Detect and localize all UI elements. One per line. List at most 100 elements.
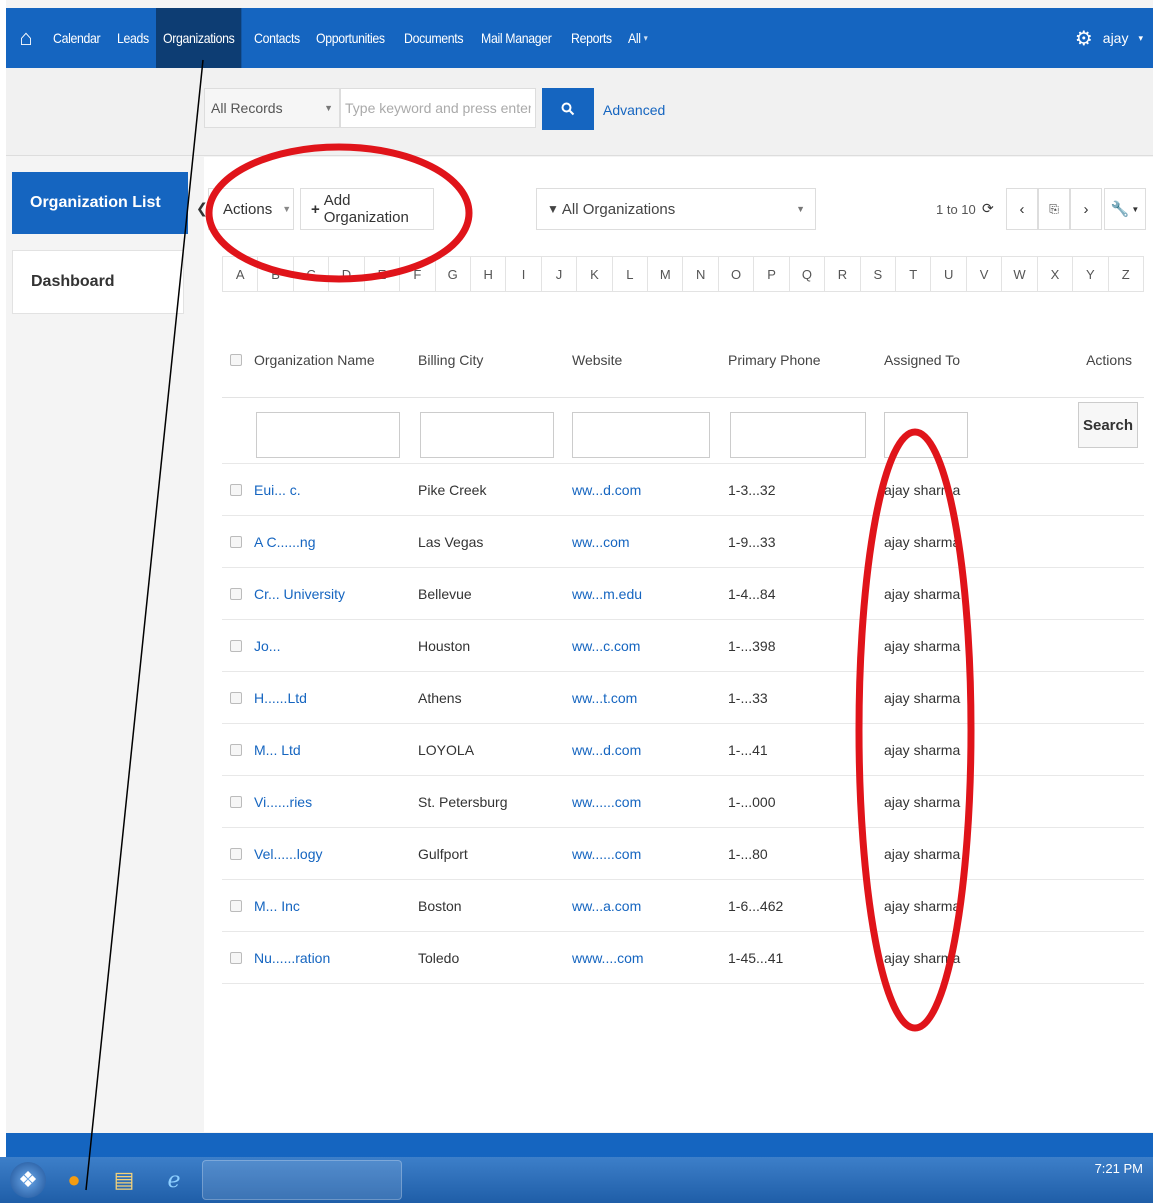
alpha-filter-k[interactable]: K [577,257,613,291]
table-row[interactable]: H......Ltd Athens ww...t.com 1-...33 ajay sh… [222,672,1144,724]
row-checkbox[interactable] [230,464,242,516]
collapse-sidebar-icon[interactable]: ❮ [196,200,208,217]
alpha-filter-y[interactable]: Y [1073,257,1109,291]
row-checkbox[interactable] [230,620,242,672]
header-website[interactable]: Website [572,322,622,398]
alpha-filter-h[interactable]: H [471,257,507,291]
nav-documents[interactable]: Documents [397,8,470,68]
gear-icon[interactable]: ⚙ [1075,26,1093,51]
nav-organizations[interactable]: Organizations [155,8,242,68]
user-menu[interactable]: ajay [1103,30,1129,46]
advanced-search-link[interactable]: Advanced [603,102,665,118]
alpha-filter-g[interactable]: G [436,257,471,291]
alpha-filter-a[interactable]: A [223,257,259,291]
list-filter-select[interactable]: ▼ All Organizations ▼ [536,188,816,230]
website-link[interactable]: ww...a.com [572,880,641,932]
alpha-filter-d[interactable]: D [329,257,365,291]
sidebar-item-dashboard[interactable]: Dashboard [12,250,184,314]
alpha-filter-e[interactable]: E [365,257,401,291]
nav-contacts[interactable]: Contacts [247,8,307,68]
filter-organization-name[interactable] [256,412,400,458]
website-link[interactable]: ww......com [572,776,641,828]
alpha-filter-c[interactable]: C [294,257,330,291]
alpha-filter-r[interactable]: R [825,257,861,291]
alpha-filter-f[interactable]: F [400,257,436,291]
row-checkbox[interactable] [230,724,242,776]
nav-calendar[interactable]: Calendar [46,8,107,68]
table-row[interactable]: A C......ng Las Vegas ww...com 1-9...33 ajay… [222,516,1144,568]
record-scope-select[interactable]: All Records ▼ [204,88,340,128]
folder-icon[interactable]: ▤ [102,1160,146,1200]
nav-reports[interactable]: Reports [564,8,619,68]
nav-leads[interactable]: Leads [110,8,156,68]
organization-name-link[interactable]: H......Ltd [254,672,307,724]
header-primary-phone[interactable]: Primary Phone [728,322,821,398]
website-link[interactable]: ww...c.com [572,620,640,672]
alpha-filter-u[interactable]: U [931,257,967,291]
row-checkbox[interactable] [230,672,242,724]
table-row[interactable]: Vel......logy Gulfport ww......com 1-...80 a… [222,828,1144,880]
filter-assigned-to[interactable] [884,412,968,458]
nav-mail-manager[interactable]: Mail Manager [474,8,558,68]
alpha-filter-n[interactable]: N [683,257,719,291]
organization-name-link[interactable]: Vi......ries [254,776,312,828]
alpha-filter-t[interactable]: T [896,257,932,291]
row-checkbox[interactable] [230,516,242,568]
website-link[interactable]: ww......com [572,828,641,880]
previous-page-button[interactable]: ‹ [1006,188,1038,230]
alpha-filter-p[interactable]: P [754,257,790,291]
website-link[interactable]: ww...com [572,516,630,568]
alpha-filter-w[interactable]: W [1002,257,1038,291]
website-link[interactable]: ww...t.com [572,672,637,724]
website-link[interactable]: ww...m.edu [572,568,642,620]
header-billing-city[interactable]: Billing City [418,322,483,398]
browser-icon[interactable]: ℯ [152,1160,196,1200]
website-link[interactable]: ww...d.com [572,464,641,516]
organization-name-link[interactable]: A C......ng [254,516,315,568]
alpha-filter-o[interactable]: O [719,257,755,291]
organization-name-link[interactable]: Vel......logy [254,828,322,880]
active-window-button[interactable] [202,1160,402,1200]
row-checkbox[interactable] [230,568,242,620]
alpha-filter-l[interactable]: L [613,257,649,291]
organization-name-link[interactable]: Jo... [254,620,280,672]
header-assigned-to[interactable]: Assigned To [884,322,960,398]
nav-all[interactable]: All ▾ [621,8,654,68]
filter-billing-city[interactable] [420,412,554,458]
table-row[interactable]: M... Ltd LOYOLA ww...d.com 1-...41 ajay shar… [222,724,1144,776]
nav-opportunities[interactable]: Opportunities [309,8,392,68]
alpha-filter-s[interactable]: S [861,257,897,291]
organization-name-link[interactable]: M... Ltd [254,724,301,776]
alpha-filter-x[interactable]: X [1038,257,1074,291]
next-page-button[interactable]: › [1070,188,1102,230]
header-organization-name[interactable]: Organization Name [254,322,375,398]
alpha-filter-m[interactable]: M [648,257,684,291]
refresh-icon[interactable]: ⟳ [982,200,994,217]
actions-button[interactable]: Actions ▼ [208,188,294,230]
website-link[interactable]: www....com [572,932,644,984]
table-row[interactable]: Vi......ries St. Petersburg ww......com 1-.… [222,776,1144,828]
table-row[interactable]: Eui... c. Pike Creek ww...d.com 1-3...32 aja… [222,464,1144,516]
filter-primary-phone[interactable] [730,412,866,458]
filter-website[interactable] [572,412,710,458]
page-jump-button[interactable]: ⎘ [1038,188,1070,230]
row-checkbox[interactable] [230,776,242,828]
add-organization-button[interactable]: + Add Organization [300,188,434,230]
row-checkbox[interactable] [230,932,242,984]
website-link[interactable]: ww...d.com [572,724,641,776]
start-button-icon[interactable]: ❖ [10,1162,46,1198]
list-settings-button[interactable]: 🔧 ▼ [1104,188,1146,230]
alpha-filter-z[interactable]: Z [1109,257,1143,291]
alpha-filter-q[interactable]: Q [790,257,826,291]
table-row[interactable]: Cr... University Bellevue ww...m.edu 1-4...… [222,568,1144,620]
table-row[interactable]: Nu......ration Toledo www....com 1-45...41 a… [222,932,1144,984]
search-button[interactable] [542,88,594,130]
alpha-filter-j[interactable]: J [542,257,578,291]
home-icon[interactable]: ⌂ [6,8,46,68]
table-search-button[interactable]: Search [1078,402,1138,448]
table-row[interactable]: Jo... Houston ww...c.com 1-...398 ajay sharm… [222,620,1144,672]
organization-name-link[interactable]: Nu......ration [254,932,330,984]
firefox-icon[interactable]: ● [52,1160,96,1200]
organization-name-link[interactable]: Cr... University [254,568,345,620]
keyword-search-input[interactable] [340,88,536,128]
